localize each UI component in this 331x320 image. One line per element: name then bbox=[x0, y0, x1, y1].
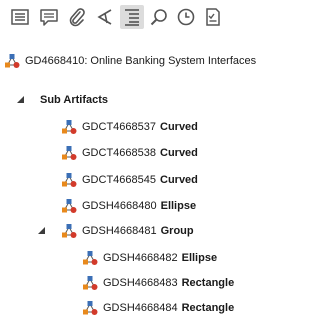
list-view-icon[interactable] bbox=[8, 5, 32, 29]
artifact-id: GDSH4668484 bbox=[103, 302, 178, 314]
artifact-id: GDCT4668545 bbox=[82, 174, 156, 186]
artifact-type: Curved bbox=[160, 174, 198, 186]
artifact-id: GDSH4668482 bbox=[103, 252, 178, 264]
artifact-icon bbox=[61, 172, 77, 188]
artifact-icon bbox=[61, 223, 77, 239]
tree-item-group[interactable]: GDSH4668481 Group bbox=[61, 222, 194, 240]
comment-icon[interactable] bbox=[37, 5, 61, 29]
artifact-type: Curved bbox=[160, 121, 198, 133]
tree-item[interactable]: GDCT4668545 Curved bbox=[61, 171, 198, 189]
artifact-id: GDCT4668538 bbox=[82, 147, 156, 159]
collapse-arrow-icon[interactable] bbox=[17, 96, 24, 103]
root-artifact-label: GD4668410: Online Banking System Interfa… bbox=[25, 55, 257, 67]
search-icon[interactable] bbox=[147, 5, 171, 29]
artifact-icon bbox=[82, 275, 98, 291]
tree-item[interactable]: GDSH4668482 Ellipse bbox=[82, 249, 217, 267]
history-icon[interactable] bbox=[174, 5, 198, 29]
artifact-id: GDSH4668483 bbox=[103, 277, 178, 289]
attachment-icon[interactable] bbox=[65, 5, 89, 29]
share-icon[interactable] bbox=[93, 5, 117, 29]
artifact-id: GDCT4668537 bbox=[82, 121, 156, 133]
artifact-icon bbox=[82, 250, 98, 266]
tree-item[interactable]: GDCT4668537 Curved bbox=[61, 118, 198, 136]
collapse-arrow-icon[interactable] bbox=[38, 227, 45, 234]
tree-item[interactable]: GDSH4668484 Rectangle bbox=[82, 299, 234, 317]
root-artifact[interactable]: GD4668410: Online Banking System Interfa… bbox=[4, 52, 256, 70]
tree-item[interactable]: GDSH4668480 Ellipse bbox=[61, 197, 196, 215]
artifact-id: GDSH4668481 bbox=[82, 225, 157, 237]
sub-artifacts-title: Sub Artifacts bbox=[40, 94, 109, 106]
outline-icon[interactable] bbox=[120, 5, 144, 29]
artifact-type: Rectangle bbox=[181, 302, 235, 314]
artifact-icon bbox=[61, 145, 77, 161]
artifact-id: GDSH4668480 bbox=[82, 200, 157, 212]
artifact-type: Ellipse bbox=[160, 200, 197, 212]
review-checklist-icon[interactable] bbox=[201, 5, 225, 29]
artifact-type: Ellipse bbox=[181, 252, 218, 264]
sub-artifacts-header[interactable]: Sub Artifacts bbox=[40, 91, 108, 109]
artifact-icon bbox=[61, 119, 77, 135]
artifact-icon bbox=[4, 53, 20, 69]
artifact-type: Curved bbox=[160, 147, 198, 159]
artifact-type: Rectangle bbox=[181, 277, 235, 289]
tree-item[interactable]: GDCT4668538 Curved bbox=[61, 144, 198, 162]
toolbar bbox=[0, 0, 331, 36]
artifact-icon bbox=[61, 198, 77, 214]
artifact-icon bbox=[82, 300, 98, 316]
artifact-type: Group bbox=[160, 225, 194, 237]
tree-item[interactable]: GDSH4668483 Rectangle bbox=[82, 274, 234, 292]
